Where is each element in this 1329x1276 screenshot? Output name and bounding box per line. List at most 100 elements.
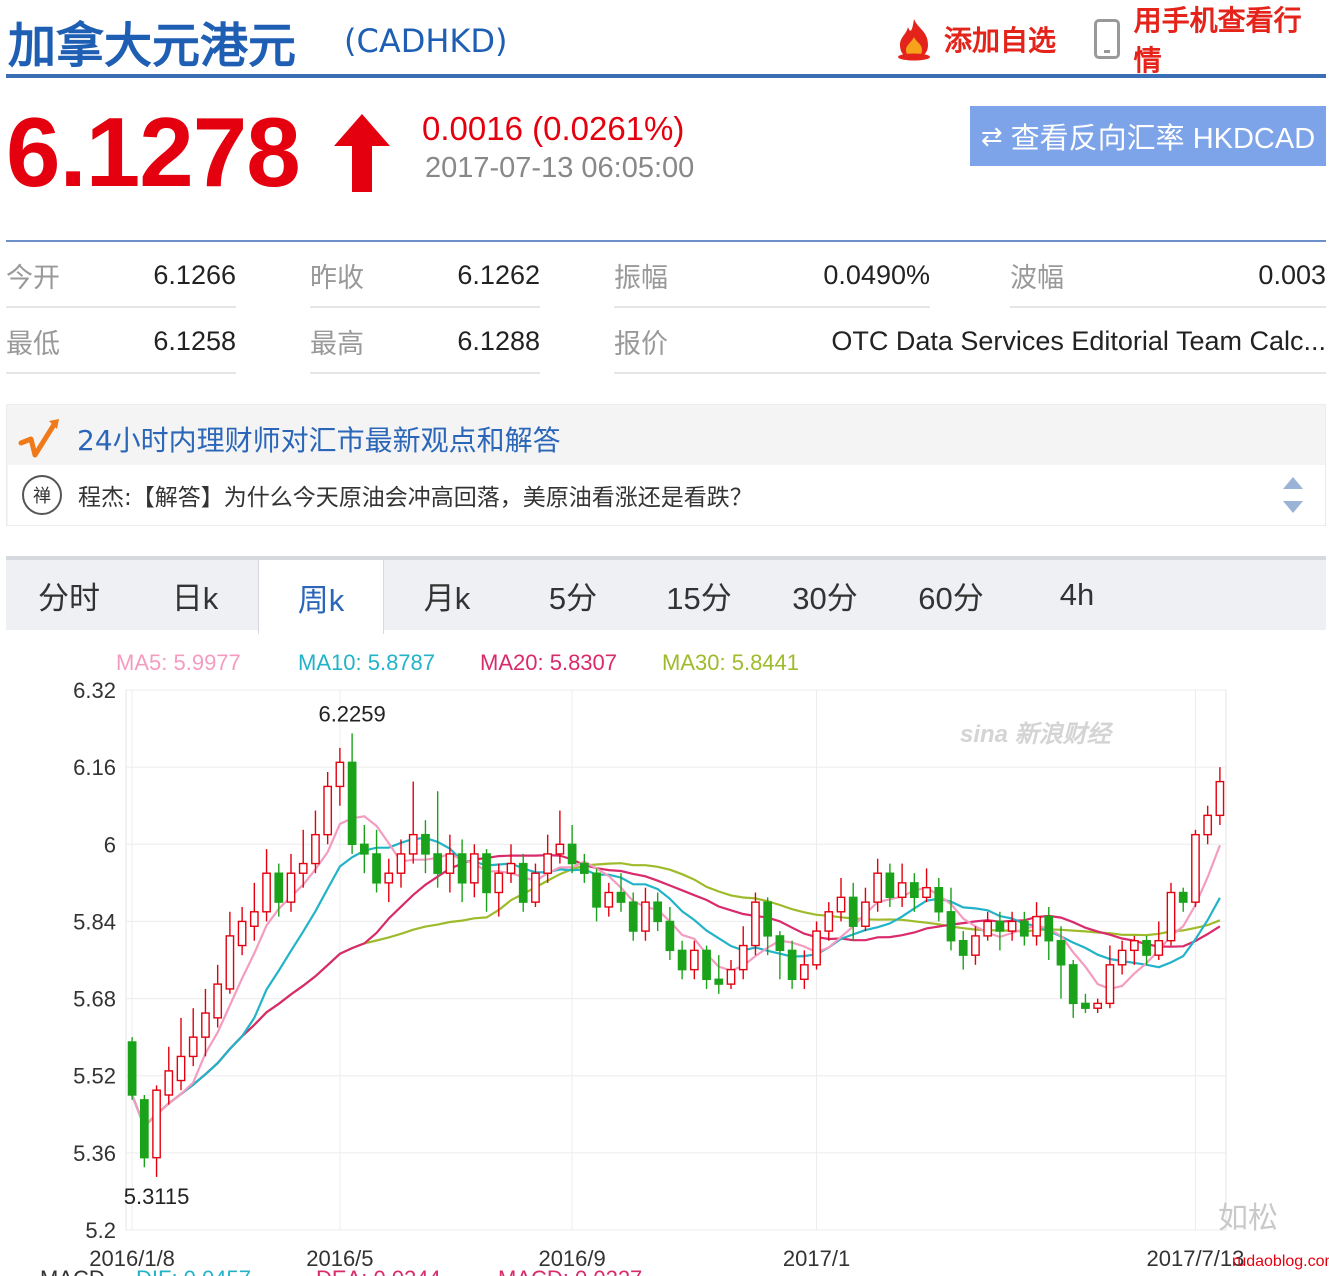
candle-body: [726, 968, 736, 985]
candle-body: [763, 901, 773, 937]
candle-body: [188, 1036, 198, 1058]
candle-body: [1203, 814, 1213, 836]
tab-4h[interactable]: 4h: [1014, 560, 1140, 630]
reverse-rate-button[interactable]: ⇄ 查看反向汇率 HKDCAD: [970, 106, 1326, 166]
advisor-item[interactable]: 禅 程杰:【解答】为什么今天原油会冲高回落，美原油看涨还是看跌？: [8, 465, 1325, 525]
candle-body: [433, 853, 443, 874]
candle-body: [274, 872, 284, 903]
scroll-arrows-icon[interactable]: [1281, 475, 1305, 515]
candle-body: [836, 896, 846, 913]
candle-body: [861, 901, 870, 927]
candle-body: [995, 920, 1005, 932]
stat-label: 最低: [6, 328, 60, 360]
candle-body: [152, 1089, 161, 1159]
tab-monthly-k[interactable]: 月k: [384, 560, 510, 630]
candle-body: [1019, 920, 1029, 937]
candle-body: [922, 886, 931, 899]
tab-5min[interactable]: 5分: [510, 560, 636, 630]
stat-value: 6.1262: [457, 259, 540, 290]
candle-body: [347, 761, 357, 845]
candle-body: [738, 944, 748, 971]
y-tick-label: 5.2: [85, 1218, 116, 1243]
candle-body: [1081, 1002, 1090, 1009]
phone-icon: [1094, 19, 1120, 59]
macd-label: MACD: [40, 1266, 105, 1276]
candle-body: [1032, 915, 1041, 937]
macd-label: MACD: 0.0227: [498, 1266, 642, 1276]
candle-body: [1044, 915, 1054, 942]
stat-value: 6.1258: [153, 325, 236, 356]
tab-15min[interactable]: 15分: [636, 560, 762, 630]
candle-body: [506, 862, 516, 874]
candle-body: [848, 896, 858, 927]
add-favorite-label: 添加自选: [944, 24, 1057, 57]
candle-body: [751, 901, 760, 947]
advisor-item-text: 程杰:【解答】为什么今天原油会冲高回落，美原油看涨还是看跌？: [78, 485, 753, 511]
candle-body: [1129, 940, 1139, 952]
candle-body: [482, 853, 491, 894]
candle-body: [628, 901, 638, 932]
candle-body: [335, 761, 345, 788]
tab-weekly-k[interactable]: 周k: [258, 560, 384, 634]
candle-body: [1117, 949, 1127, 966]
candle-body: [689, 949, 699, 971]
divider: [6, 240, 1326, 242]
price-annotation: 5.3115: [124, 1184, 190, 1209]
y-tick-label: 5.68: [73, 987, 116, 1012]
mobile-view-link[interactable]: 用手机查看行情: [1094, 4, 1326, 77]
chart-tabs: 分时 日k 周k 月k 5分 15分 30分 60分 4h: [6, 556, 1326, 634]
candle-body: [1068, 964, 1078, 1005]
candle-body: [934, 886, 944, 913]
candle-body: [494, 872, 504, 894]
candle-body: [213, 983, 223, 1019]
candle-body: [873, 872, 883, 903]
kline-plot: 6.326.1665.845.685.525.365.22016/1/8 2016…: [40, 678, 1329, 1276]
candle-body: [775, 935, 785, 952]
candle-body: [384, 872, 394, 884]
tab-daily-k[interactable]: 日k: [132, 560, 258, 630]
corner-url: rudaoblog.com: [1232, 1253, 1329, 1270]
tab-60min[interactable]: 60分: [888, 560, 1014, 630]
stat-value: 6.1288: [457, 325, 540, 356]
candle-body: [543, 853, 553, 874]
current-price: 6.1278: [6, 97, 301, 207]
candle-body: [457, 853, 467, 884]
candle-body: [971, 935, 980, 956]
tab-30min[interactable]: 30分: [762, 560, 888, 630]
x-tick-label: 2017/7/13: [1147, 1246, 1245, 1271]
y-tick-label: 5.52: [73, 1064, 116, 1089]
candle-body: [469, 853, 479, 884]
stat-value: 6.1266: [153, 259, 236, 290]
candle-body: [1105, 964, 1115, 1005]
kline-chart[interactable]: MA5: 5.9977 MA10: 5.8787 MA20: 5.8307 MA…: [0, 640, 1329, 1276]
y-tick-label: 6.16: [73, 755, 116, 780]
candle-body: [1166, 891, 1176, 942]
candle-body: [983, 920, 993, 937]
candle-body: [323, 785, 333, 836]
candle-body: [176, 1055, 186, 1082]
candle-body: [555, 843, 565, 855]
ma5-line: [131, 815, 1221, 1129]
trend-check-icon: [18, 419, 59, 458]
tab-timeshare[interactable]: 分时: [6, 560, 132, 630]
advisor-heading-text: 24小时内理财师对汇市最新观点和解答: [77, 424, 561, 457]
candle-body: [127, 1041, 137, 1096]
candle-body: [311, 833, 320, 865]
candle-body: [909, 882, 919, 899]
x-tick-label: 2017/1: [783, 1246, 850, 1271]
candle-body: [1093, 1002, 1103, 1009]
candle-body: [262, 872, 271, 913]
page-header: 加拿大元港元 (CADHKD) 添加自选 用手机查看行情: [6, 0, 1326, 78]
flame-icon: [898, 19, 930, 61]
candle-body: [579, 862, 589, 874]
stat-label: 报价: [614, 328, 668, 360]
add-favorite-button[interactable]: 添加自选: [894, 14, 1056, 64]
candle-body: [1007, 920, 1017, 932]
advisor-heading[interactable]: 24小时内理财师对汇市最新观点和解答: [17, 417, 561, 461]
candle-body: [164, 1070, 174, 1096]
stat-label: 今开: [6, 262, 60, 294]
stat-low: 最低 6.1258: [6, 310, 236, 374]
reverse-rate-label: 查看反向汇率 HKDCAD: [1010, 123, 1316, 155]
advisor-panel: 24小时内理财师对汇市最新观点和解答 禅 程杰:【解答】为什么今天原油会冲高回落…: [6, 404, 1326, 526]
page-title: 加拿大元港元: [8, 18, 297, 74]
